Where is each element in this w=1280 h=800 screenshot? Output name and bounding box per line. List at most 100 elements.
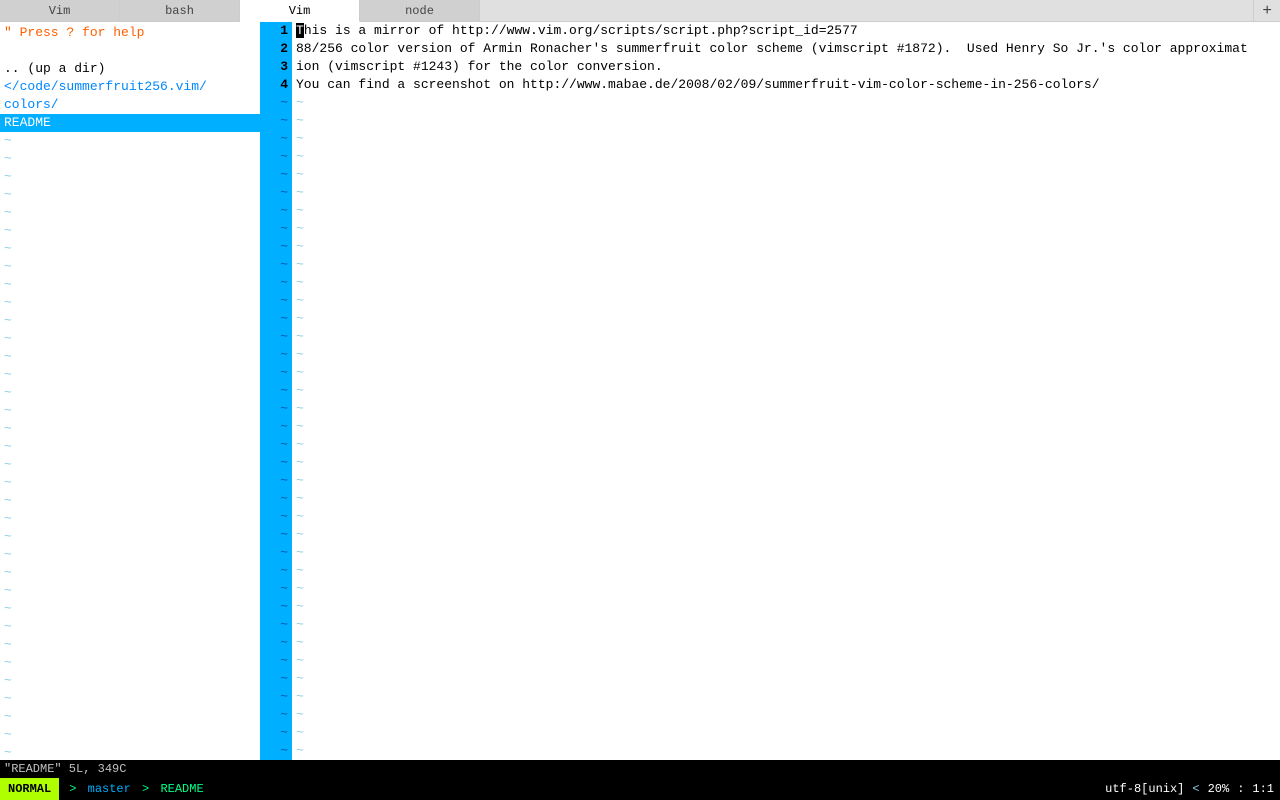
main-area: " Press ? for help .. (up a dir) </code/… [0,22,1280,760]
arrow-1-icon: > [69,782,76,796]
vim-mode-indicator: NORMAL [0,778,59,800]
nerdtree-tilde-25: ~ [0,564,260,582]
gutter-tilde-2: ~ [262,112,292,130]
nerdtree-tilde-13: ~ [0,348,260,366]
mode-right-info: utf-8[unix] < 20% : 1:1 [1099,782,1280,796]
gutter-tilde-29: ~ [262,598,292,616]
nerdtree-tilde-32: ~ [0,690,260,708]
gutter-tilde-14: ~ [262,328,292,346]
editor-tilde-20: ~ [296,436,1276,454]
nerdtree-tilde-5: ~ [0,204,260,222]
gutter-tilde-35: ~ [262,706,292,724]
git-branch-name: master [88,782,131,796]
nerdtree-tilde-19: ~ [0,456,260,474]
line-number-gutter: 1 2 3 4 ~ ~ ~ ~ ~ ~ ~ ~ ~ ~ ~ ~ ~ ~ ~ ~ … [262,22,292,760]
editor-tilde-31: ~ [296,634,1276,652]
editor-tilde-28: ~ [296,580,1276,598]
nerdtree-blank-line [0,42,260,60]
nerdtree-help-line: " Press ? for help [0,24,260,42]
editor-tilde-26: ~ [296,544,1276,562]
nerdtree-readme-file[interactable]: README [0,114,260,132]
nerdtree-tilde-12: ~ [0,330,260,348]
editor-tilde-37: ~ [296,742,1276,760]
encoding-label: utf-8[unix] [1105,782,1184,796]
scroll-arrows: < [1192,782,1199,796]
editor-tilde-32: ~ [296,652,1276,670]
nerdtree-tilde-21: ~ [0,492,260,510]
nerdtree-tilde-11: ~ [0,312,260,330]
mode-path-area: > master > README [59,782,209,796]
gutter-tilde-22: ~ [262,472,292,490]
arrow-2-icon: > [135,782,149,796]
nerdtree-tilde-28: ~ [0,618,260,636]
nerdtree-tilde-16: ~ [0,402,260,420]
nerdtree-tilde-2: ~ [0,150,260,168]
gutter-tilde-24: ~ [262,508,292,526]
gutter-tilde-4: ~ [262,148,292,166]
nerdtree-tilde-6: ~ [0,222,260,240]
gutter-tilde-10: ~ [262,256,292,274]
nerdtree-tilde-27: ~ [0,600,260,618]
gutter-tilde-15: ~ [262,346,292,364]
editor-tilde-7: ~ [296,202,1276,220]
gutter-tilde-11: ~ [262,274,292,292]
nerdtree-tilde-29: ~ [0,636,260,654]
editor-tilde-16: ~ [296,364,1276,382]
nerdtree-tilde-4: ~ [0,186,260,204]
nerdtree-colors-dir[interactable]: colors/ [0,96,260,114]
tab-vim-2[interactable]: Vim [240,0,360,22]
editor-line-3: ion (vimscript #1243) for the color conv… [296,58,1276,76]
gutter-tilde-27: ~ [262,562,292,580]
editor-tilde-33: ~ [296,670,1276,688]
gutter-tilde-26: ~ [262,544,292,562]
editor-tilde-15: ~ [296,346,1276,364]
nerdtree-tilde-1: ~ [0,132,260,150]
editor-tilde-34: ~ [296,688,1276,706]
editor-tilde-36: ~ [296,724,1276,742]
editor-tilde-12: ~ [296,292,1276,310]
editor-tilde-35: ~ [296,706,1276,724]
git-branch-label [80,782,87,796]
editor-line-2: 88/256 color version of Armin Ronacher's… [296,40,1276,58]
editor-tilde-13: ~ [296,310,1276,328]
gutter-tilde-17: ~ [262,382,292,400]
editor-tilde-9: ~ [296,238,1276,256]
gutter-tilde-1: ~ [262,94,292,112]
tab-bash[interactable]: bash [120,0,240,21]
nerdtree-pane: " Press ? for help .. (up a dir) </code/… [0,22,262,760]
nerdtree-tilde-26: ~ [0,582,260,600]
gutter-tilde-5: ~ [262,166,292,184]
gutter-tilde-7: ~ [262,202,292,220]
tab-vim-1[interactable]: Vim [0,0,120,21]
tab-node[interactable]: node [360,0,480,21]
nerdtree-root-dir[interactable]: </code/summerfruit256.vim/ [0,78,260,96]
gutter-tilde-36: ~ [262,724,292,742]
nerdtree-up-dir[interactable]: .. (up a dir) [0,60,260,78]
editor-tilde-4: ~ [296,148,1276,166]
gutter-tilde-16: ~ [262,364,292,382]
editor-tilde-29: ~ [296,598,1276,616]
editor-tilde-6: ~ [296,184,1276,202]
nerdtree-tilde-18: ~ [0,438,260,456]
tab-add-button[interactable]: + [1253,0,1280,21]
editor-text-area[interactable]: This is a mirror of http://www.vim.org/s… [292,22,1280,760]
editor-tilde-23: ~ [296,490,1276,508]
editor-tilde-1: ~ [296,94,1276,112]
editor-tilde-27: ~ [296,562,1276,580]
nerdtree-tilde-8: ~ [0,258,260,276]
nerdtree-tilde-20: ~ [0,474,260,492]
gutter-tilde-12: ~ [262,292,292,310]
line-num-3: 3 [262,58,292,76]
gutter-tilde-8: ~ [262,220,292,238]
nerdtree-tilde-14: ~ [0,366,260,384]
gutter-tilde-32: ~ [262,652,292,670]
nerdtree-tilde-22: ~ [0,510,260,528]
gutter-tilde-31: ~ [262,634,292,652]
gutter-tilde-25: ~ [262,526,292,544]
gutter-tilde-20: ~ [262,436,292,454]
gutter-tilde-28: ~ [262,580,292,598]
gutter-tilde-33: ~ [262,670,292,688]
status-bar: "README" 5L, 349C [0,760,1280,778]
editor-tilde-24: ~ [296,508,1276,526]
gutter-tilde-34: ~ [262,688,292,706]
